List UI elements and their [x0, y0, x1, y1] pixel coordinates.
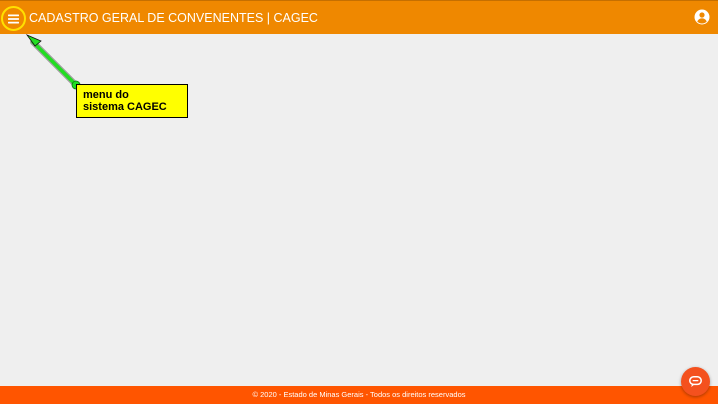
top-app-bar: CADASTRO GERAL DE CONVENENTES | CAGEC: [0, 0, 718, 34]
user-account-icon: [694, 9, 710, 25]
footer: © 2020 - Estado de Minas Gerais - Todos …: [0, 386, 718, 404]
user-account-button[interactable]: [694, 9, 710, 25]
chat-button[interactable]: [681, 367, 710, 396]
page-title: CADASTRO GERAL DE CONVENENTES | CAGEC: [29, 11, 318, 25]
annotation-callout: menu do sistema CAGEC: [76, 84, 188, 118]
app-window: CADASTRO GERAL DE CONVENENTES | CAGEC me…: [0, 0, 718, 404]
annotation-line-1: menu do: [83, 89, 129, 101]
annotation-line-2: sistema CAGEC: [83, 101, 167, 113]
chat-bubble-icon: [689, 375, 702, 387]
footer-copyright: © 2020 - Estado de Minas Gerais - Todos …: [252, 390, 466, 399]
menu-button[interactable]: [1, 6, 26, 31]
hamburger-menu-icon: [8, 14, 19, 23]
